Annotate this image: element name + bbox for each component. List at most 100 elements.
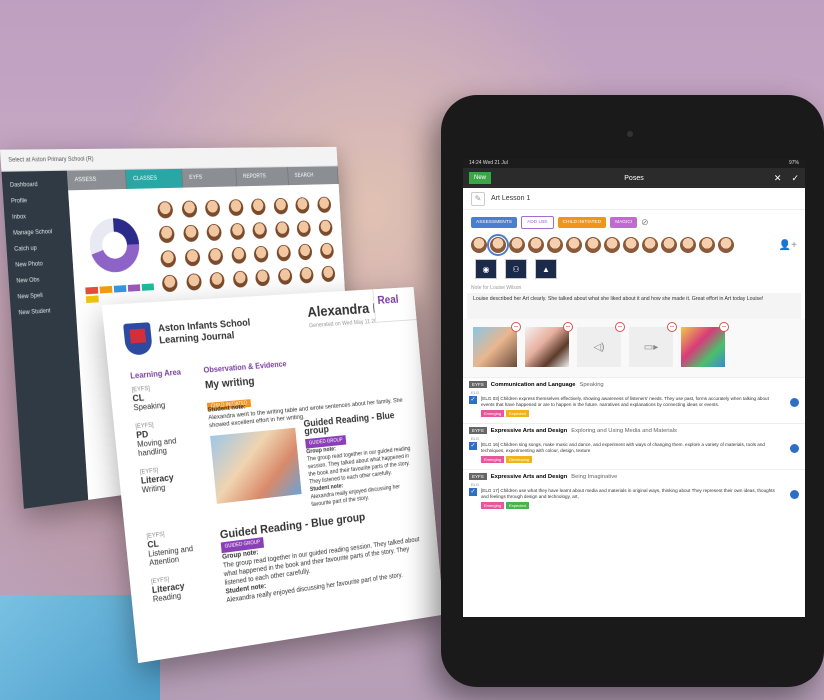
remove-icon[interactable]: − (719, 322, 729, 332)
student-avatar[interactable] (318, 219, 333, 237)
children-selector: 👤+ (463, 234, 805, 256)
student-avatar[interactable] (160, 250, 177, 268)
student-avatar[interactable] (209, 271, 225, 290)
media-audio-icon[interactable]: ◁) − (577, 322, 625, 367)
media-photo[interactable]: − (681, 322, 729, 367)
student-avatar[interactable] (185, 273, 202, 291)
student-avatar[interactable] (206, 223, 222, 242)
student-avatar[interactable] (250, 198, 266, 216)
info-icon[interactable] (790, 490, 799, 499)
student-avatar[interactable] (253, 245, 269, 263)
child-avatar[interactable] (680, 237, 696, 253)
tab-reports[interactable]: REPORTS (236, 167, 289, 187)
app-bar: New Poses ✕ ✓ (463, 168, 805, 188)
elg-aspect: Exploring and Using Media and Materials (571, 427, 677, 434)
child-avatar[interactable] (718, 237, 734, 253)
lesson-title[interactable]: Art Lesson 1 (491, 195, 530, 202)
child-avatar[interactable] (699, 237, 715, 253)
info-icon[interactable] (790, 398, 799, 407)
checkbox[interactable]: ✓ (469, 488, 477, 496)
level-developing[interactable]: Developing (506, 456, 533, 463)
student-avatar[interactable] (274, 221, 290, 239)
note-textarea[interactable]: Louise described her Art clearly. She ta… (467, 293, 801, 319)
close-icon[interactable]: ✕ (774, 173, 782, 184)
child-initiated-pill[interactable]: CHILD INITIATED (557, 217, 607, 228)
tab-assess[interactable]: ASSESS (66, 169, 127, 191)
checkbox[interactable]: ✓ (469, 396, 477, 404)
student-avatar[interactable] (277, 268, 293, 286)
student-avatar[interactable] (227, 199, 244, 217)
tab-classes[interactable]: CLASSES (125, 168, 184, 189)
child-avatar[interactable] (604, 237, 620, 253)
media-video-icon[interactable]: ▭▸ − (629, 322, 677, 367)
student-avatar[interactable] (296, 220, 312, 238)
child-avatar[interactable] (509, 237, 525, 253)
student-avatar-grid (157, 196, 338, 293)
media-photo[interactable]: − (473, 322, 521, 367)
student-avatar[interactable] (157, 201, 174, 219)
student-avatar[interactable] (182, 224, 199, 243)
level-emerging[interactable]: Emerging (481, 410, 505, 417)
child-avatar[interactable] (547, 237, 563, 253)
school-selector[interactable]: Select at Aston Primary School (R) (8, 156, 94, 163)
observation-heading: Observation & Evidence (203, 359, 287, 375)
media-photo[interactable]: − (525, 322, 573, 367)
sidebar-item-new-student[interactable]: New Student (10, 302, 76, 322)
sidebar-item-dashboard[interactable]: Dashboard (2, 177, 68, 194)
child-avatar[interactable] (566, 237, 582, 253)
student-avatar[interactable] (184, 248, 201, 267)
elg-body: ✓ [ELG 03] Children express themselves e… (469, 396, 799, 408)
check-icon[interactable]: ✓ (791, 173, 799, 184)
add-child-icon[interactable]: 👤+ (779, 240, 797, 251)
checkbox[interactable]: ✓ (469, 442, 477, 450)
level-expected[interactable]: Expected (506, 502, 529, 509)
hidden-eye-icon[interactable]: ⊘ (641, 217, 649, 228)
child-avatar[interactable] (623, 237, 639, 253)
child-avatar[interactable] (642, 237, 658, 253)
student-avatar[interactable] (252, 222, 268, 240)
student-avatar[interactable] (255, 269, 271, 287)
student-avatar[interactable] (316, 196, 332, 213)
new-button[interactable]: New (469, 172, 492, 184)
child-avatar[interactable] (471, 237, 487, 253)
level-emerging[interactable]: Emerging (481, 456, 505, 463)
add-lbe-pill[interactable]: ADD LBE (521, 216, 554, 229)
student-avatar[interactable] (181, 200, 198, 218)
group-people-icon[interactable]: ⚇ (505, 259, 527, 279)
level-expected[interactable]: Expected (506, 410, 529, 417)
student-avatar[interactable] (204, 199, 221, 217)
assessments-pill[interactable]: ASSESSMENTS (471, 217, 517, 228)
student-avatar[interactable] (295, 197, 310, 214)
remove-icon[interactable]: − (511, 322, 521, 332)
student-avatar[interactable] (158, 225, 175, 244)
tab-search[interactable]: SEARCH (287, 166, 339, 186)
tab-eyfs[interactable]: EYFS (182, 167, 238, 188)
group-camera-icon[interactable]: ◉ (475, 259, 497, 279)
child-avatar[interactable] (528, 237, 544, 253)
child-avatar[interactable] (487, 234, 509, 256)
note-label: Note for Louise Wilson (471, 285, 522, 291)
student-avatar[interactable] (297, 243, 313, 261)
group-chart-icon[interactable]: ▲ (535, 259, 557, 279)
student-avatar[interactable] (232, 270, 248, 288)
student-avatar[interactable] (273, 197, 288, 215)
student-avatar[interactable] (299, 266, 314, 284)
student-avatar[interactable] (230, 246, 247, 264)
elg-item: EYFS Expressive Arts and Design Being Im… (463, 469, 805, 515)
magic-pill[interactable]: MAGIC! (610, 217, 638, 228)
pen-icon[interactable]: ✎ (471, 191, 485, 206)
student-avatar[interactable] (161, 274, 178, 293)
remove-icon[interactable]: − (563, 322, 573, 332)
level-emerging[interactable]: Emerging (481, 502, 505, 509)
child-avatar[interactable] (585, 237, 601, 253)
student-avatar[interactable] (275, 244, 291, 262)
info-icon[interactable] (790, 444, 799, 453)
student-avatar[interactable] (207, 247, 224, 266)
student-avatar[interactable] (320, 265, 336, 283)
remove-icon[interactable]: − (667, 322, 677, 332)
observation-title: My writing (204, 375, 256, 392)
student-avatar[interactable] (229, 222, 245, 241)
child-avatar[interactable] (661, 237, 677, 253)
student-avatar[interactable] (319, 242, 334, 260)
remove-icon[interactable]: − (615, 322, 625, 332)
